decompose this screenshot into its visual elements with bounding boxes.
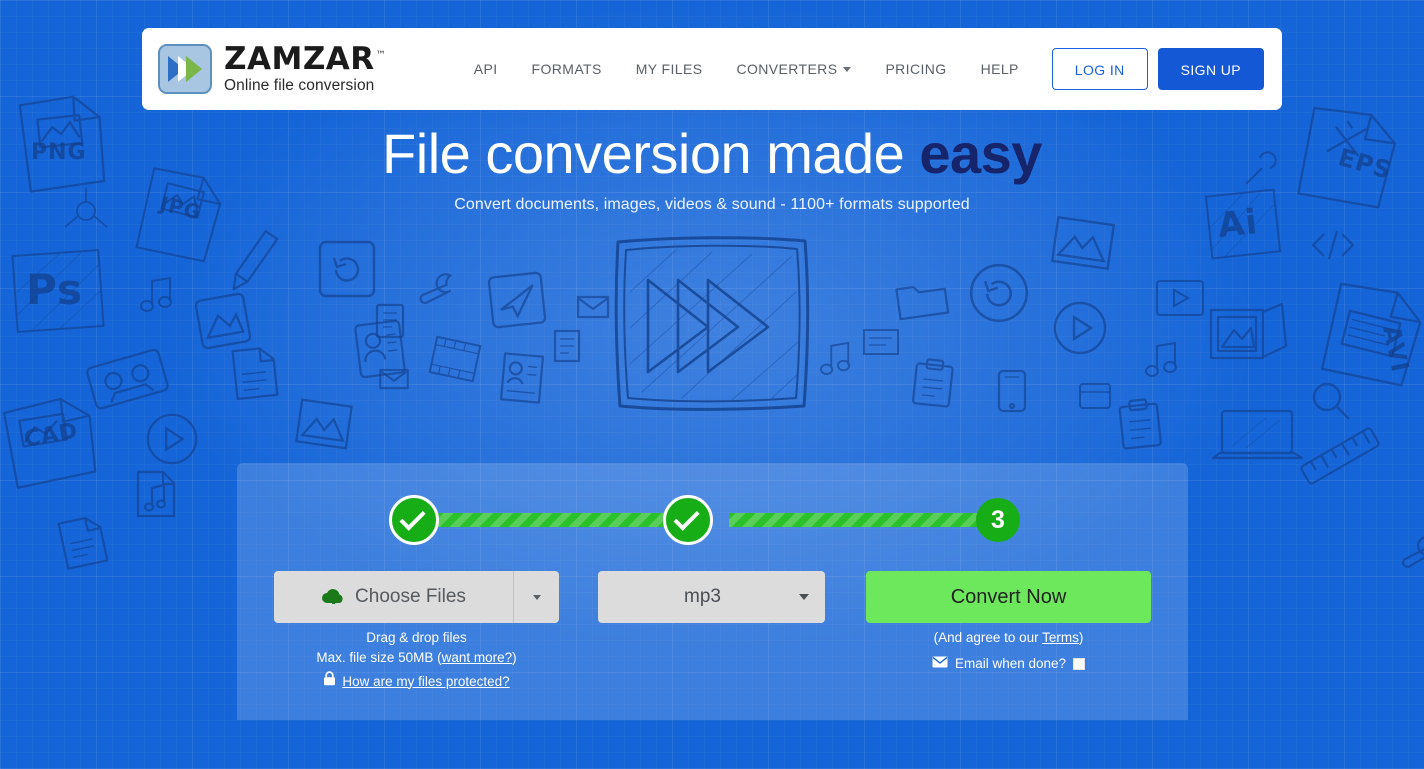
nav-item-formats[interactable]: FORMATS bbox=[515, 51, 619, 87]
drag-drop-text: Drag & drop files bbox=[366, 630, 467, 645]
nav-item-help[interactable]: HELP bbox=[964, 51, 1036, 87]
max-size-prefix: Max. file size 50MB ( bbox=[316, 650, 442, 665]
nav-label-converters: CONVERTERS bbox=[736, 61, 838, 77]
brand-tagline: Online file conversion bbox=[224, 77, 375, 95]
nav-label-pricing: PRICING bbox=[885, 61, 947, 77]
convert-now-button[interactable]: Convert Now bbox=[866, 571, 1151, 623]
nav-label-my-files: MY FILES bbox=[635, 61, 703, 77]
site-header: ZAMZAR™ Online file conversion API FORMA… bbox=[142, 28, 1282, 110]
main-navigation: API FORMATS MY FILES CONVERTERS PRICING … bbox=[457, 48, 1264, 90]
nav-item-converters[interactable]: CONVERTERS bbox=[719, 51, 868, 87]
email-when-done-checkbox[interactable] bbox=[1073, 658, 1086, 670]
chevron-down-icon bbox=[532, 594, 541, 600]
cloud-upload-icon bbox=[321, 585, 346, 610]
step-2-indicator[interactable] bbox=[663, 495, 713, 545]
output-format-value: mp3 bbox=[684, 586, 721, 607]
chevron-down-icon bbox=[799, 594, 809, 600]
brand-logo[interactable]: ZAMZAR™ Online file conversion bbox=[158, 44, 386, 94]
hero-sketch-illustration bbox=[612, 232, 812, 414]
envelope-icon bbox=[932, 654, 948, 674]
step-3-number: 3 bbox=[991, 505, 1005, 534]
step-1-indicator[interactable] bbox=[389, 495, 439, 545]
email-when-done-label: Email when done? bbox=[954, 656, 1067, 671]
progress-steps: 3 bbox=[389, 493, 1037, 547]
nav-label-formats: FORMATS bbox=[531, 61, 602, 77]
want-more-link[interactable]: want more? bbox=[442, 650, 513, 665]
output-format-select[interactable]: mp3 bbox=[598, 571, 825, 623]
agree-terms-text: (And agree to our Terms) bbox=[866, 628, 1151, 648]
terms-link[interactable]: Terms bbox=[1042, 630, 1079, 645]
nav-item-my-files[interactable]: MY FILES bbox=[619, 51, 720, 87]
max-size-text: Max. file size 50MB (want more?) bbox=[274, 648, 559, 668]
controls-row: Choose Files mp3 Convert Now bbox=[237, 571, 1188, 623]
chevron-down-icon bbox=[843, 66, 852, 72]
brand-name-text: ZAMZAR bbox=[224, 41, 375, 78]
agree-prefix: (And agree to our bbox=[933, 630, 1043, 645]
choose-files-button[interactable]: Choose Files bbox=[274, 571, 559, 623]
hero-section: File conversion made easy Convert docume… bbox=[0, 122, 1424, 214]
check-icon bbox=[399, 504, 426, 531]
choose-files-label: Choose Files bbox=[355, 586, 466, 607]
nav-item-api[interactable]: API bbox=[457, 51, 515, 87]
hero-title-plain: File conversion made bbox=[382, 122, 920, 185]
choose-files-dropdown-toggle[interactable] bbox=[513, 571, 559, 623]
choose-files-main[interactable]: Choose Files bbox=[274, 571, 513, 623]
zamzar-chevrons-icon bbox=[158, 44, 212, 94]
signup-button[interactable]: SIGN UP bbox=[1157, 48, 1264, 90]
format-dropdown-toggle[interactable] bbox=[783, 594, 825, 600]
hero-title-accent: easy bbox=[919, 122, 1042, 185]
check-icon bbox=[673, 504, 700, 531]
hero-subtitle: Convert documents, images, videos & soun… bbox=[454, 196, 970, 214]
max-size-suffix: ) bbox=[512, 650, 517, 665]
step-connector-1 bbox=[431, 513, 697, 527]
files-protected-row[interactable]: How are my files protected? bbox=[274, 671, 559, 692]
email-when-done-row[interactable]: Email when done? bbox=[866, 654, 1151, 674]
files-protected-link[interactable]: How are my files protected? bbox=[342, 672, 509, 692]
agree-suffix: ) bbox=[1078, 630, 1084, 645]
converter-panel: 3 Choose Files mp3 Convert Now Drag & dr… bbox=[237, 463, 1188, 720]
upload-notes: Drag & drop files Max. file size 50MB (w… bbox=[274, 628, 559, 692]
brand-trademark: ™ bbox=[375, 49, 387, 61]
login-button[interactable]: LOG IN bbox=[1051, 48, 1148, 90]
step-connector-2 bbox=[729, 513, 1009, 527]
page-title: File conversion made easy bbox=[0, 122, 1424, 185]
nav-label-help: HELP bbox=[980, 61, 1019, 77]
nav-item-pricing[interactable]: PRICING bbox=[868, 51, 963, 87]
convert-notes: (And agree to our Terms) Email when done… bbox=[866, 628, 1151, 674]
nav-label-api: API bbox=[473, 61, 498, 77]
lock-icon bbox=[323, 671, 336, 692]
step-3-indicator[interactable]: 3 bbox=[976, 498, 1020, 542]
